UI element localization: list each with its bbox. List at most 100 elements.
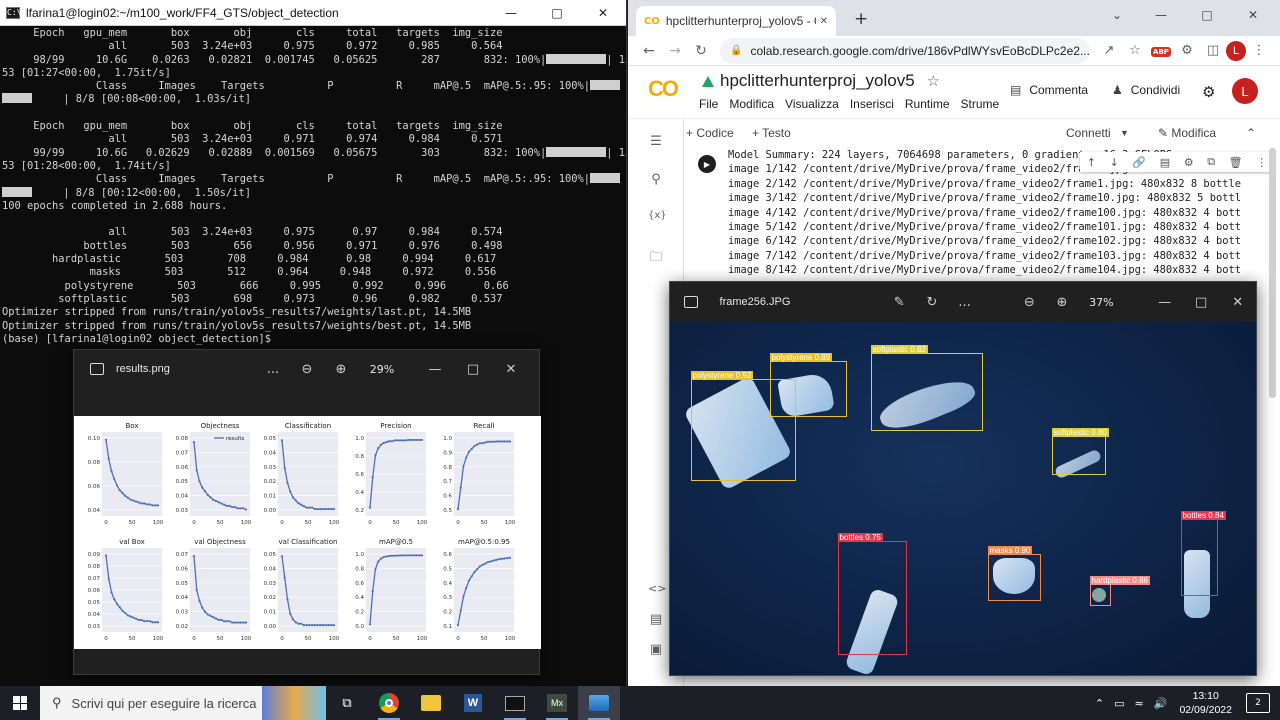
maximize-button[interactable]: □: [454, 362, 492, 377]
move-down-icon[interactable]: ↓: [1110, 156, 1119, 169]
settings-icon[interactable]: ⚙: [1202, 83, 1215, 101]
taskbar-search[interactable]: ⚲ Scrivi qui per eseguire la ricerca: [40, 686, 326, 720]
terminal-titlebar[interactable]: C:\ lfarina1@login02:~/m100_work/FF4_GTS…: [0, 0, 626, 26]
file-explorer-icon[interactable]: [410, 686, 452, 720]
zoom-out-icon[interactable]: ⊖: [290, 362, 324, 377]
files-icon[interactable]: 🗀: [648, 248, 664, 270]
zoom-in-icon[interactable]: ⊕: [324, 362, 358, 377]
comment-icon[interactable]: ▤: [1160, 156, 1170, 169]
back-icon[interactable]: ←: [636, 43, 662, 59]
side-panel-icon[interactable]: ◫: [1200, 43, 1226, 58]
forward-icon[interactable]: →: [662, 43, 688, 59]
zoom-in-icon[interactable]: ⊕: [1046, 295, 1079, 310]
more-icon[interactable]: ⋮: [1256, 156, 1267, 169]
menu-edit[interactable]: Modifica: [729, 97, 774, 111]
tab-search-icon[interactable]: ⌄: [1094, 0, 1140, 30]
profile-avatar[interactable]: L: [1226, 40, 1246, 61]
collapse-icon[interactable]: ⌃: [1246, 126, 1256, 140]
more-options-button[interactable]: ...: [948, 295, 981, 310]
notifications-icon[interactable]: 2: [1246, 693, 1270, 713]
output-scrollbar[interactable]: [1269, 148, 1276, 398]
y-tick-label: 0.05: [264, 436, 277, 442]
menu-tools[interactable]: Strume: [961, 97, 1000, 111]
share-button[interactable]: ♟ Condividi: [1112, 83, 1180, 97]
wifi-icon[interactable]: ≈: [1135, 697, 1144, 710]
chrome-taskbar-icon[interactable]: [368, 686, 410, 720]
address-bar[interactable]: 🔒 colab.research.google.com/drive/186vPd…: [720, 37, 1090, 64]
viewer-titlebar[interactable]: results.png ... ⊖ ⊕ 29% — □ ✕: [74, 350, 539, 388]
rotate-icon[interactable]: ↻: [916, 295, 949, 310]
link-icon[interactable]: 🔗: [1132, 156, 1146, 169]
terminal-icon[interactable]: ▣: [648, 642, 664, 657]
reload-icon[interactable]: ↻: [688, 43, 714, 59]
terminal-taskbar-icon[interactable]: [494, 686, 536, 720]
share-icon[interactable]: ↗: [1096, 43, 1122, 58]
chevron-down-icon[interactable]: ▼: [1120, 128, 1129, 138]
plot-title: mAP@0.5:0.95: [458, 538, 510, 546]
maximize-button[interactable]: □: [534, 0, 580, 26]
word-icon[interactable]: W: [452, 686, 494, 720]
photos-taskbar-icon[interactable]: [578, 686, 620, 720]
bookmark-star-icon[interactable]: ☆: [1122, 43, 1148, 58]
results-data-point: [492, 440, 495, 443]
variables-icon[interactable]: {x}: [648, 210, 667, 221]
delete-icon[interactable]: 🗑: [1229, 156, 1243, 169]
results-data-point: [239, 621, 242, 624]
chrome-menu-icon[interactable]: ⋮: [1246, 43, 1272, 58]
edit-image-icon[interactable]: ✎: [883, 295, 916, 310]
minimize-button[interactable]: —: [416, 362, 454, 377]
close-button[interactable]: ✕: [580, 0, 626, 26]
results-data-point: [503, 557, 506, 560]
command-palette-icon[interactable]: ▤: [648, 612, 664, 627]
adblock-icon[interactable]: ABP: [1148, 43, 1174, 58]
y-tick-label: 0.04: [264, 566, 277, 572]
y-tick-label: 0.07: [176, 450, 189, 456]
minimize-button[interactable]: —: [488, 0, 534, 26]
colab-logo[interactable]: CO: [648, 76, 679, 102]
close-button[interactable]: ✕: [1230, 0, 1276, 30]
mobaxterm-icon[interactable]: Mx: [536, 686, 578, 720]
edit-button[interactable]: ✎ Modifica: [1158, 126, 1216, 140]
new-tab-button[interactable]: +: [854, 9, 868, 29]
close-button[interactable]: ✕: [1219, 295, 1256, 310]
code-snippets-icon[interactable]: <>: [648, 582, 666, 595]
comment-button[interactable]: ▤ Commenta: [1010, 83, 1088, 97]
maximize-button[interactable]: □: [1184, 0, 1230, 30]
results-data-point: [104, 438, 108, 441]
close-tab-icon[interactable]: ✕: [820, 16, 828, 27]
clock[interactable]: 13:10 02/09/2022: [1179, 689, 1232, 717]
tab-colab[interactable]: CO hpclitterhunterproj_yolov5 - Cola ✕: [636, 6, 836, 36]
battery-icon[interactable]: ▭: [1114, 697, 1124, 710]
search-icon[interactable]: ⚲: [648, 172, 664, 187]
y-tick-label: 0.06: [88, 588, 101, 594]
mirror-icon[interactable]: ⧉: [1207, 155, 1215, 169]
star-icon[interactable]: ☆: [927, 72, 940, 90]
gear-icon[interactable]: ⚙: [1184, 156, 1194, 169]
add-code-button[interactable]: + Codice: [686, 126, 734, 140]
menu-insert[interactable]: Inserisci: [850, 97, 894, 111]
extensions-icon[interactable]: ⚙: [1174, 43, 1200, 58]
menu-file[interactable]: File: [699, 97, 718, 111]
move-up-icon[interactable]: ↑: [1087, 156, 1096, 169]
add-text-button[interactable]: + Testo: [752, 126, 791, 140]
menu-view[interactable]: Visualizza: [785, 97, 839, 111]
notebook-title[interactable]: hpclitterhunterproj_yolov5: [720, 71, 915, 91]
minimize-button[interactable]: —: [1138, 0, 1184, 30]
photos-viewer-results[interactable]: results.png ... ⊖ ⊕ 29% — □ ✕ Box 0.10 0.0…: [73, 349, 541, 675]
viewer-titlebar[interactable]: frame256.JPG ✎ ↻ ... ⊖ ⊕ 37% — □ ✕: [670, 282, 1256, 322]
show-hidden-icons[interactable]: ⌃: [1095, 697, 1104, 710]
close-button[interactable]: ✕: [492, 362, 530, 377]
start-button[interactable]: [0, 686, 40, 720]
menu-runtime[interactable]: Runtime: [905, 97, 950, 111]
maximize-button[interactable]: □: [1183, 295, 1220, 310]
task-view-icon[interactable]: ⧉: [326, 686, 368, 720]
minimize-button[interactable]: —: [1146, 295, 1183, 310]
more-options-button[interactable]: ...: [256, 362, 290, 377]
run-cell-button[interactable]: ▶: [698, 155, 716, 173]
zoom-out-icon[interactable]: ⊖: [1013, 295, 1046, 310]
photos-viewer-frame[interactable]: frame256.JPG ✎ ↻ ... ⊖ ⊕ 37% — □ ✕ polys…: [669, 281, 1257, 676]
colab-avatar[interactable]: L: [1232, 78, 1258, 104]
volume-icon[interactable]: 🔊: [1154, 697, 1168, 710]
connect-button[interactable]: Connetti: [1066, 126, 1111, 140]
plot-title: val Objectness: [194, 538, 246, 546]
